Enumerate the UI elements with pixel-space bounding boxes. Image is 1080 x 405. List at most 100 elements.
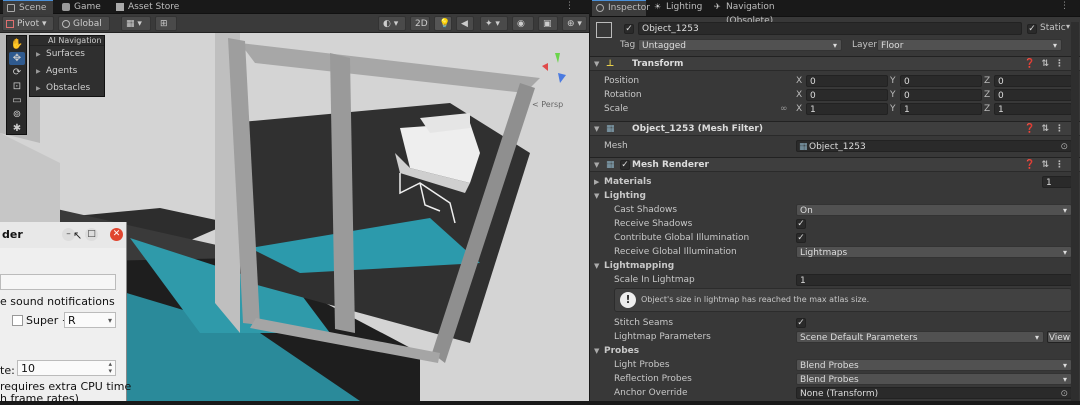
gizmo-icon: ⊕ ▾ [567, 19, 582, 29]
position-y-field[interactable]: 0 [900, 75, 982, 87]
static-dropdown-icon[interactable]: ▾ [1066, 22, 1070, 31]
light-probes-dropdown[interactable]: Blend Probes [796, 359, 1072, 372]
grid-icon: ▦ ▾ [126, 19, 142, 29]
inspector-panel: Inspector ☀ Lighting ✈ Navigation (Obsolet… [590, 0, 1080, 401]
cast-shadows-dropdown[interactable]: On [796, 204, 1072, 217]
maximize-button[interactable]: □ [85, 228, 98, 241]
mesh-renderer-icon: ▦ [606, 160, 615, 170]
position-row: Position X0 Y0 Z0 [590, 74, 1080, 88]
rotation-z-field[interactable]: 0 [994, 89, 1072, 101]
mesh-renderer-header[interactable]: ▼ ▦ ✓ Mesh Renderer ❓⇅⋮ [590, 157, 1080, 172]
link-icon[interactable]: ∞ [780, 102, 788, 116]
lightbulb-icon: 💡 [439, 19, 451, 29]
pivot-dropdown[interactable]: Pivot ▾ [2, 16, 54, 31]
hand-tool-icon[interactable]: ✋ [9, 38, 25, 51]
position-x-field[interactable]: 0 [806, 75, 888, 87]
transform-header[interactable]: ▼ ⊥ Transform ❓⇅⋮ [590, 56, 1080, 71]
tag-label: Tag [620, 40, 636, 50]
materials-count-field[interactable]: 1 [1042, 176, 1072, 188]
close-button[interactable]: ✕ [110, 228, 123, 241]
shading-mode-button[interactable]: ◐ ▾ [378, 16, 406, 31]
shortcut-key-dropdown[interactable]: R ▾ [64, 312, 116, 328]
camera-settings-button[interactable]: ▣ [538, 16, 558, 31]
mesh-renderer-enabled-checkbox[interactable]: ✓ [620, 160, 630, 170]
layer-dropdown[interactable]: Floor [877, 39, 1062, 52]
component-menu-icons[interactable]: ❓⇅⋮ [1024, 57, 1070, 72]
stitch-seams-checkbox[interactable]: ✓ [796, 318, 806, 328]
object-picker-icon[interactable]: ⊙ [1060, 141, 1068, 153]
scale-in-lightmap-row: Scale In Lightmap 1 [590, 273, 1080, 287]
overlay-item-agents[interactable]: Agents [30, 63, 104, 80]
object-active-checkbox[interactable]: ✓ [624, 24, 634, 34]
view-button[interactable]: View [1047, 331, 1072, 343]
inspector-scrollbar[interactable] [1071, 22, 1079, 401]
global-dropdown[interactable]: Global ▾ [58, 16, 110, 44]
tag-dropdown[interactable]: Untagged [638, 39, 842, 52]
overlay-item-surfaces[interactable]: Surfaces [30, 46, 104, 63]
lighting-toggle[interactable]: 💡 [434, 16, 452, 31]
tab-scene[interactable]: Scene [3, 0, 53, 14]
transform-tool-icon[interactable]: ⊚ [9, 108, 25, 121]
frame-rate-input[interactable]: 10 ▴ ▾ [17, 360, 116, 376]
tab-inspector[interactable]: Inspector [592, 0, 650, 16]
effects-dropdown[interactable]: ✦ ▾ [480, 16, 508, 31]
grid-snap-button[interactable]: ▦ ▾ [121, 16, 151, 31]
lightmap-parameters-dropdown[interactable]: Scene Default Parameters [796, 331, 1044, 344]
hidden-objects-toggle[interactable]: ◉ [512, 16, 534, 31]
rotation-x-field[interactable]: 0 [806, 89, 888, 101]
move-tool-icon[interactable]: ✥ [9, 52, 25, 65]
object-name-field[interactable]: Object_1253 [638, 22, 1022, 35]
lightmapping-foldout[interactable]: ▼ Lightmapping [590, 259, 1080, 273]
inspector-menu-icon[interactable]: ⋮ [1060, 1, 1069, 11]
tab-asset-store[interactable]: Asset Store [112, 0, 182, 14]
receive-shadows-checkbox[interactable]: ✓ [796, 219, 806, 229]
tool-palette: ✋ ✥ ⟳ ⊡ ▭ ⊚ ✱ [6, 35, 27, 135]
scale-z-field[interactable]: 1 [994, 103, 1072, 115]
tab-lighting[interactable]: ☀ Lighting [650, 0, 708, 14]
mesh-filter-icon: ▦ [606, 124, 615, 134]
game-icon [62, 3, 70, 11]
mesh-filter-header[interactable]: ▼ ▦ Object_1253 (Mesh Filter) ❓⇅⋮ [590, 121, 1080, 136]
object-picker-icon[interactable]: ⊙ [1060, 388, 1068, 400]
position-z-field[interactable]: 0 [994, 75, 1072, 87]
super-checkbox[interactable] [12, 315, 23, 326]
recorder-dialog: der – □ ✕ ↖ e sound notifications Super … [0, 222, 131, 405]
audio-toggle[interactable]: ◀ [456, 16, 474, 31]
overlay-item-obstacles[interactable]: Obstacles [30, 80, 104, 97]
rotate-tool-icon[interactable]: ⟳ [9, 66, 25, 79]
increment-snap-button[interactable]: ⊞ [155, 16, 177, 31]
dialog-input-field[interactable] [0, 274, 116, 290]
scale-in-lightmap-field[interactable]: 1 [796, 274, 1072, 286]
toggle-2d-button[interactable]: 2D [410, 16, 430, 31]
probes-foldout[interactable]: ▼ Probes [590, 344, 1080, 358]
light-icon: ☀ [654, 2, 662, 11]
tab-navigation[interactable]: ✈ Navigation (Obsolete) [710, 0, 820, 26]
reflection-probes-dropdown[interactable]: Blend Probes [796, 373, 1072, 386]
fold-arrow-icon: ▼ [594, 60, 600, 68]
perspective-label[interactable]: < Persp [532, 100, 563, 109]
component-menu-icons[interactable]: ❓⇅⋮ [1024, 158, 1070, 173]
rect-tool-icon[interactable]: ▭ [9, 94, 25, 107]
materials-row[interactable]: ▶ Materials 1 [590, 175, 1080, 189]
scale-tool-icon[interactable]: ⊡ [9, 80, 25, 93]
receive-gi-dropdown[interactable]: Lightmaps [796, 246, 1072, 259]
more-options-icon[interactable]: ⋮ [565, 1, 574, 11]
rotation-y-field[interactable]: 0 [900, 89, 982, 101]
custom-tool-icon[interactable]: ✱ [9, 122, 25, 135]
scale-y-field[interactable]: 1 [900, 103, 982, 115]
ai-navigation-header[interactable]: AI Navigation [30, 36, 104, 46]
mesh-row: Mesh ▦ Object_1253 ⊙ [590, 139, 1080, 153]
tab-game[interactable]: Game [58, 0, 106, 14]
mesh-object-field[interactable]: ▦ Object_1253 ⊙ [796, 140, 1072, 152]
fold-arrow-icon: ▼ [594, 161, 600, 169]
static-checkbox[interactable]: ✓ [1027, 24, 1037, 34]
component-menu-icons[interactable]: ❓⇅⋮ [1024, 122, 1070, 137]
gizmos-dropdown[interactable]: ⊕ ▾ [562, 16, 587, 31]
receive-shadows-row: Receive Shadows ✓ [614, 219, 806, 229]
rotation-row: Rotation X0 Y0 Z0 [590, 88, 1080, 102]
scale-x-field[interactable]: 1 [806, 103, 888, 115]
contribute-gi-checkbox[interactable]: ✓ [796, 233, 806, 243]
anchor-override-field[interactable]: None (Transform) ⊙ [796, 387, 1072, 399]
cube-icon [596, 22, 612, 38]
lighting-foldout[interactable]: ▼ Lighting [590, 189, 1080, 203]
